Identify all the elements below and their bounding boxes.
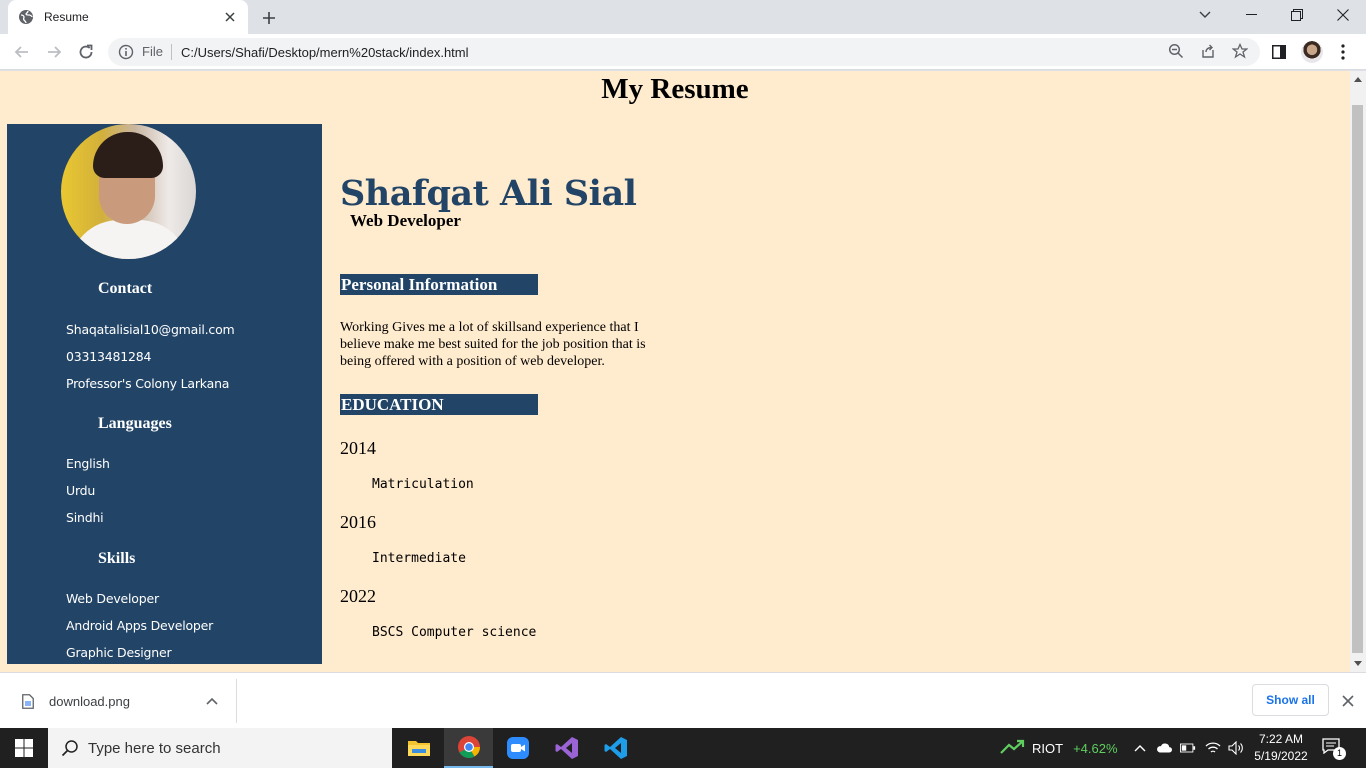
forward-arrow-icon[interactable] bbox=[42, 40, 66, 64]
contact-email: Shaqatalisial10@gmail.com bbox=[66, 322, 235, 337]
scrollbar-thumb[interactable] bbox=[1352, 105, 1363, 653]
wifi-icon[interactable] bbox=[1205, 740, 1221, 756]
browser-toolbar: File C:/Users/Shafi/Desktop/mern%20stack… bbox=[0, 34, 1366, 70]
scheme-label: File bbox=[142, 44, 172, 60]
minimize-window-icon[interactable] bbox=[1228, 0, 1274, 30]
site-info-icon[interactable] bbox=[118, 44, 134, 60]
tray-chevron-up-icon[interactable] bbox=[1132, 740, 1148, 756]
vscode-icon[interactable] bbox=[591, 728, 640, 768]
notification-center-icon[interactable]: 1 bbox=[1322, 738, 1346, 760]
system-clock[interactable]: 7:22 AM 5/19/2022 bbox=[1250, 731, 1312, 765]
languages-heading: Languages bbox=[98, 415, 172, 432]
tab-resume[interactable]: Resume bbox=[8, 0, 248, 34]
download-item[interactable]: download.png bbox=[0, 679, 237, 723]
education-degree: Intermediate bbox=[372, 551, 466, 566]
windows-start-icon[interactable] bbox=[0, 728, 48, 768]
notification-badge: 1 bbox=[1333, 747, 1346, 760]
globe-icon bbox=[18, 9, 34, 25]
visual-studio-icon[interactable] bbox=[542, 728, 591, 768]
profile-photo bbox=[61, 124, 196, 259]
browser-menu-icon[interactable] bbox=[1331, 40, 1355, 64]
page-scrollbar[interactable] bbox=[1350, 71, 1366, 672]
stock-change: +4.62% bbox=[1073, 740, 1118, 756]
stock-name: RIOT bbox=[1032, 740, 1064, 756]
language-item: Urdu bbox=[66, 483, 96, 498]
zoom-icon[interactable] bbox=[1167, 42, 1185, 60]
scroll-down-arrow-icon[interactable] bbox=[1354, 661, 1362, 666]
onedrive-cloud-icon[interactable] bbox=[1156, 740, 1172, 756]
contact-phone: 03313481284 bbox=[66, 349, 152, 364]
file-explorer-icon[interactable] bbox=[394, 728, 443, 768]
tab-title: Resume bbox=[44, 10, 89, 24]
address-bar[interactable]: File C:/Users/Shafi/Desktop/mern%20stack… bbox=[108, 38, 1260, 66]
battery-icon[interactable] bbox=[1180, 740, 1196, 756]
clock-time: 7:22 AM bbox=[1258, 732, 1304, 746]
candidate-role: Web Developer bbox=[350, 211, 461, 230]
education-degree: Matriculation bbox=[372, 477, 474, 492]
side-panel-icon[interactable] bbox=[1267, 40, 1291, 64]
clock-date: 5/19/2022 bbox=[1254, 749, 1308, 763]
browser-tab-strip: Resume bbox=[0, 0, 1366, 34]
close-shelf-icon[interactable] bbox=[1339, 692, 1357, 710]
contact-heading: Contact bbox=[98, 280, 153, 297]
personal-info-text: Working Gives me a lot of skillsand expe… bbox=[340, 320, 646, 369]
bookmark-star-icon[interactable] bbox=[1231, 42, 1249, 60]
contact-address: Professor's Colony Larkana bbox=[66, 376, 230, 391]
close-tab-icon[interactable] bbox=[222, 9, 238, 25]
resume-sidebar: Contact Shaqatalisial10@gmail.com 033134… bbox=[7, 124, 322, 664]
search-icon bbox=[61, 739, 79, 757]
chrome-icon[interactable] bbox=[444, 728, 493, 768]
taskbar-search-box[interactable]: Type here to search bbox=[48, 728, 392, 768]
education-year: 2022 bbox=[340, 586, 376, 606]
chevron-up-icon[interactable] bbox=[204, 693, 220, 709]
zoom-app-icon[interactable] bbox=[493, 728, 542, 768]
skill-item: Graphic Designer bbox=[66, 645, 172, 660]
page-title: My Resume bbox=[601, 73, 749, 105]
page-viewport: My Resume Contact Shaqatalisial10@gmail.… bbox=[0, 71, 1350, 672]
restore-window-icon[interactable] bbox=[1274, 0, 1320, 30]
personal-info-heading: Personal Information bbox=[340, 274, 538, 295]
profile-avatar[interactable] bbox=[1301, 41, 1323, 63]
education-heading: EDUCATION bbox=[340, 394, 538, 415]
trending-up-icon bbox=[1000, 739, 1026, 758]
tab-search-chevron-icon[interactable] bbox=[1182, 0, 1228, 30]
share-icon[interactable] bbox=[1199, 42, 1217, 60]
show-all-button[interactable]: Show all bbox=[1252, 684, 1329, 716]
new-tab-button[interactable] bbox=[258, 7, 280, 29]
download-file-name: download.png bbox=[49, 693, 130, 709]
close-window-icon[interactable] bbox=[1320, 0, 1366, 30]
reload-icon[interactable] bbox=[74, 40, 98, 64]
windows-taskbar: Type here to search RIOT +4.62% 7:22 AM … bbox=[0, 728, 1366, 768]
file-icon bbox=[22, 693, 34, 709]
language-item: English bbox=[66, 456, 110, 471]
skill-item: Android Apps Developer bbox=[66, 618, 214, 633]
language-item: Sindhi bbox=[66, 510, 104, 525]
stock-widget[interactable]: RIOT +4.62% bbox=[1000, 728, 1118, 768]
url-text[interactable]: C:/Users/Shafi/Desktop/mern%20stack/inde… bbox=[181, 45, 1260, 60]
volume-icon[interactable] bbox=[1228, 740, 1244, 756]
education-year: 2014 bbox=[340, 438, 376, 458]
education-year: 2016 bbox=[340, 512, 376, 532]
back-arrow-icon[interactable] bbox=[10, 40, 34, 64]
download-shelf: download.png Show all bbox=[0, 672, 1366, 728]
search-placeholder: Type here to search bbox=[88, 739, 221, 757]
education-degree: BSCS Computer science bbox=[372, 625, 537, 640]
skills-heading: Skills bbox=[98, 550, 136, 567]
scroll-up-arrow-icon[interactable] bbox=[1354, 77, 1362, 82]
skill-item: Web Developer bbox=[66, 591, 159, 606]
candidate-name: Shafqat Ali Sial bbox=[340, 173, 637, 214]
